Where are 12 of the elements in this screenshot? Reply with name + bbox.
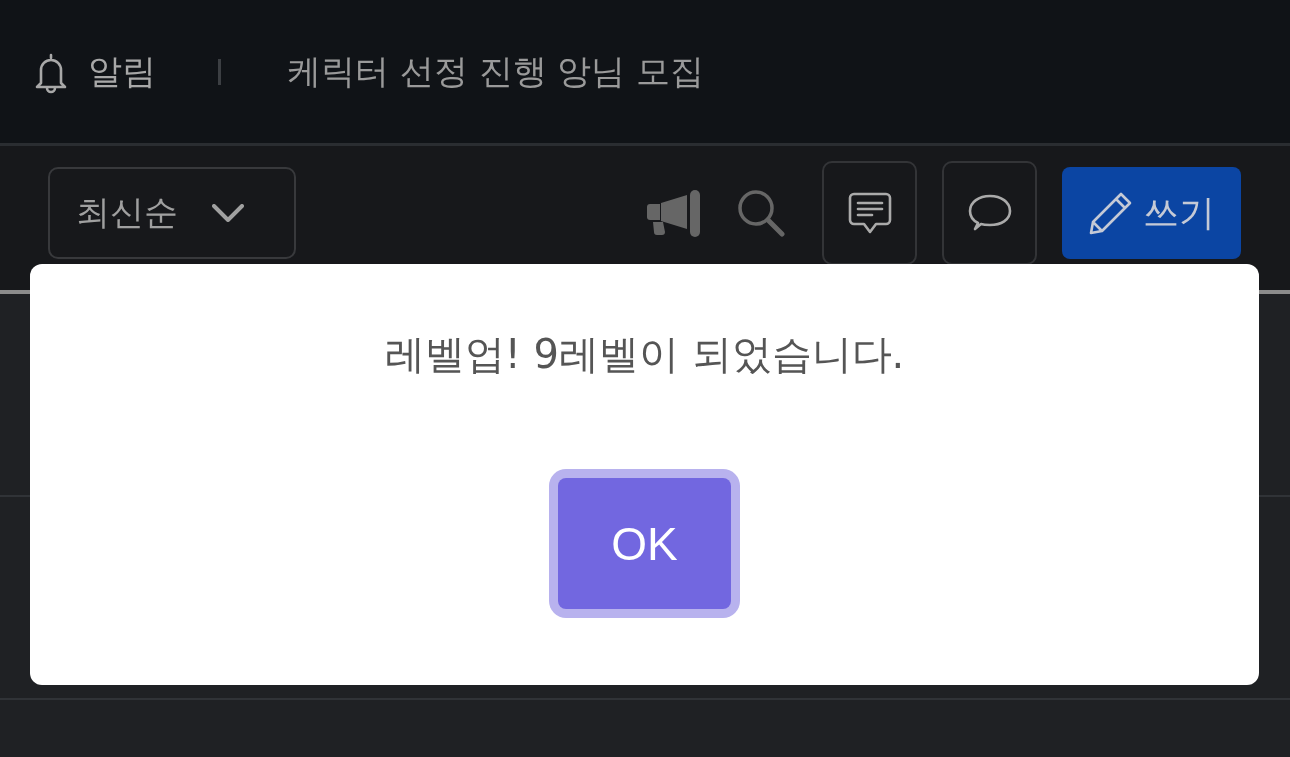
- notice-title[interactable]: 케릭터 선정 진행 앙님 모집: [287, 48, 705, 95]
- dialog-message: 레벨업! 9레벨이 되었습니다.: [384, 330, 905, 378]
- speech-bubble-lines-icon: [847, 192, 892, 234]
- write-button[interactable]: 쓰기: [1062, 167, 1241, 259]
- megaphone-icon[interactable]: [647, 189, 702, 237]
- sort-dropdown[interactable]: 최신순: [48, 167, 296, 259]
- chevron-down-icon: [212, 204, 244, 222]
- search-icon[interactable]: [737, 189, 785, 237]
- speech-bubble-icon: [967, 194, 1012, 232]
- pencil-icon: [1088, 191, 1133, 235]
- notice-label: 알림: [88, 49, 156, 93]
- bell-icon: [33, 51, 69, 94]
